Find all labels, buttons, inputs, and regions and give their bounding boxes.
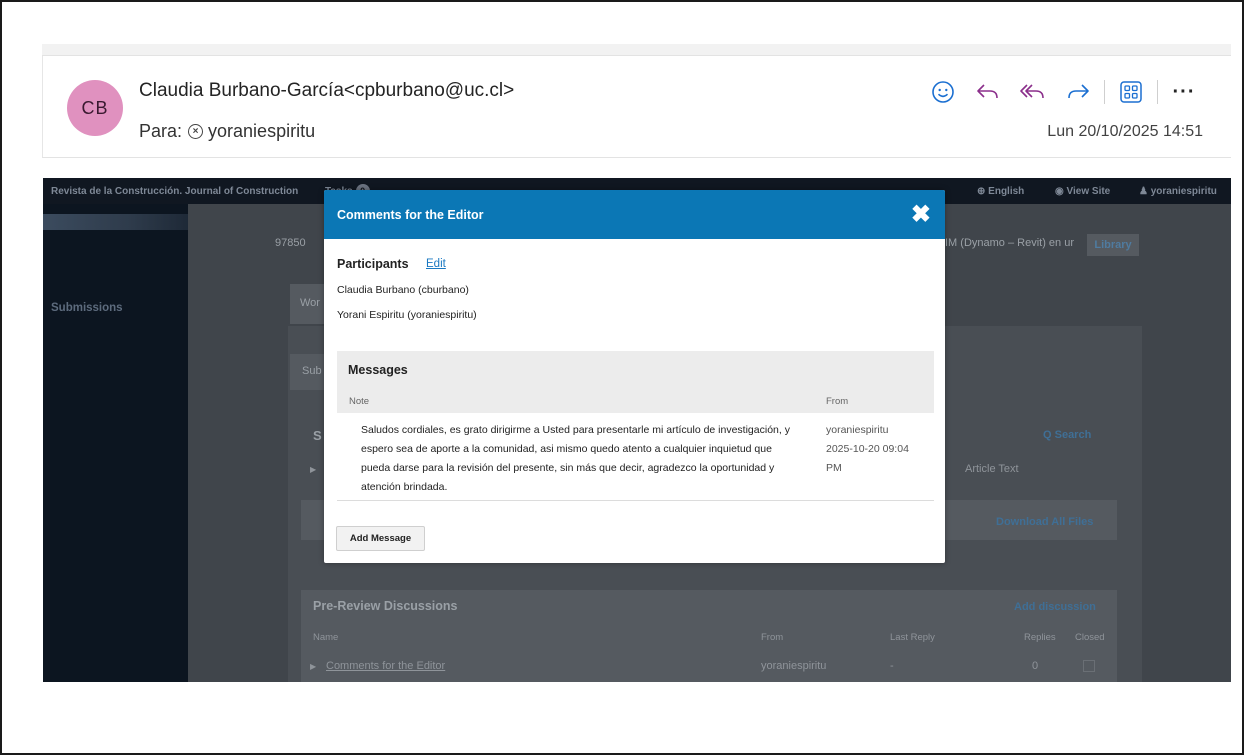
ojs-language-label: English <box>988 185 1025 197</box>
ojs-col-name: Name <box>313 632 339 643</box>
participants-edit-link[interactable]: Edit <box>426 258 446 270</box>
more-options-icon[interactable]: ··· <box>1165 78 1203 106</box>
message-row: Saludos cordiales, es grato dirigirme a … <box>337 413 934 501</box>
message-from-user: yoraniespiritu <box>826 424 889 436</box>
ojs-discussion-arrow-icon: ▶ <box>310 662 317 671</box>
email-header: CB Claudia Burbano-García<cpburbano@uc.c… <box>42 56 1231 158</box>
apps-grid-icon[interactable] <box>1112 78 1150 106</box>
messages-columns: Note From <box>337 389 934 413</box>
email-top-strip <box>42 44 1231 56</box>
recipient-remove-icon[interactable]: × <box>188 124 204 139</box>
comments-modal: Comments for the Editor ✖ Participants E… <box>324 190 945 563</box>
close-icon[interactable]: ✖ <box>911 202 931 227</box>
ojs-article-text: Article Text <box>965 463 1019 475</box>
messages-heading: Messages <box>337 351 934 389</box>
participants-heading: Participants <box>337 257 409 271</box>
col-note-header: Note <box>349 396 370 407</box>
message-from: yoraniespiritu 2025-10-20 09:04 PM <box>826 421 926 478</box>
ojs-col-replies: Replies <box>1024 632 1056 643</box>
ojs-discussion-closed-checkbox[interactable] <box>1083 660 1095 672</box>
ojs-prereview-title: Pre-Review Discussions <box>313 599 458 613</box>
ojs-language[interactable]: ⊕ English <box>977 186 1024 197</box>
ojs-breadcrumb-id[interactable]: 97850 <box>275 237 306 249</box>
ojs-col-from: From <box>761 632 784 643</box>
ojs-discussion-name[interactable]: Comments for the Editor <box>326 660 445 672</box>
ojs-sidebar: Submissions <box>43 204 188 682</box>
ojs-logo <box>43 214 188 230</box>
ojs-breadcrumb-title: IM (Dynamo – Revit) en ur <box>945 237 1074 249</box>
email-date: Lun 20/10/2025 14:51 <box>1047 123 1203 140</box>
ojs-library-button[interactable]: Library <box>1087 234 1139 256</box>
ojs-row-arrow-icon: ▶ <box>310 465 317 474</box>
participant-item: Yorani Espiritu (yoraniespiritu) <box>337 309 477 321</box>
ojs-discussion-replies: 0 <box>1032 660 1039 672</box>
reply-all-icon[interactable] <box>1014 78 1052 106</box>
col-from-header: From <box>826 396 849 407</box>
ojs-col-last-reply: Last Reply <box>890 632 935 643</box>
ojs-tab-submission-label: Sub <box>302 365 322 377</box>
ojs-col-closed: Closed <box>1075 632 1105 643</box>
reply-icon[interactable] <box>969 78 1007 106</box>
toolbar-separator <box>1157 80 1158 104</box>
ojs-search-link[interactable]: Q Search <box>1043 429 1091 441</box>
recipient-row: Para: × yoraniespiritu <box>139 121 315 142</box>
ojs-nav-submissions[interactable]: Submissions <box>51 302 123 314</box>
smiley-icon[interactable] <box>924 78 962 106</box>
ojs-download-all[interactable]: Download All Files <box>996 516 1093 528</box>
modal-header: Comments for the Editor ✖ <box>324 190 945 239</box>
modal-title: Comments for the Editor <box>337 207 484 222</box>
ojs-section-fragment: S <box>313 428 322 443</box>
ojs-user[interactable]: ♟ yoraniespiritu <box>1139 186 1217 197</box>
sender-name[interactable]: Claudia Burbano-García<cpburbano@uc.cl> <box>139 80 514 102</box>
ojs-discussion-from: yoraniespiritu <box>761 660 827 672</box>
email-toolbar: ··· <box>917 78 1203 106</box>
sender-avatar[interactable]: CB <box>67 80 123 136</box>
add-message-button[interactable]: Add Message <box>336 526 425 551</box>
to-label: Para: <box>139 121 183 141</box>
ojs-username: yoraniespiritu <box>1150 185 1217 197</box>
toolbar-separator <box>1104 80 1105 104</box>
messages-grid: Messages Note From Saludos cordiales, es… <box>337 351 934 502</box>
message-note: Saludos cordiales, es grato dirigirme a … <box>361 424 790 493</box>
screenshot-frame: CB Claudia Burbano-García<cpburbano@uc.c… <box>0 0 1244 755</box>
ojs-add-discussion[interactable]: Add discussion <box>1014 601 1096 613</box>
ojs-view-site[interactable]: ◉ View Site <box>1055 186 1110 197</box>
ojs-discussion-last-reply: - <box>890 660 894 672</box>
participant-item: Claudia Burbano (cburbano) <box>337 284 469 296</box>
ojs-site-title[interactable]: Revista de la Construcción. Journal of C… <box>51 186 298 197</box>
recipient-name[interactable]: yoraniespiritu <box>208 121 315 142</box>
ojs-view-site-label: View Site <box>1066 185 1111 197</box>
forward-icon[interactable] <box>1059 78 1097 106</box>
message-from-date: 2025-10-20 09:04 PM <box>826 443 909 474</box>
ojs-tab-workflow-label: Wor <box>300 297 320 309</box>
